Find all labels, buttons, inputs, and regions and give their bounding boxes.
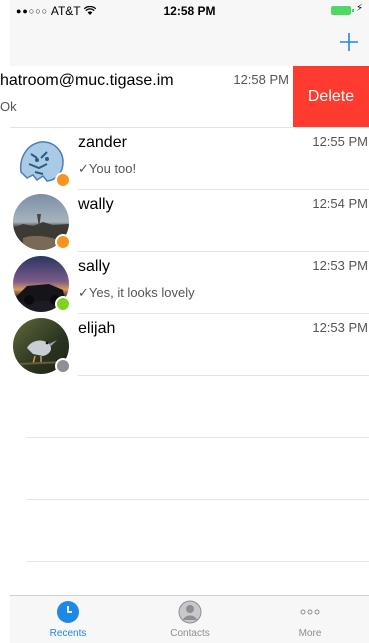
tab-contacts[interactable]: Contacts [140,600,240,639]
chat-name: hatroom@muc.tigase.im [0,72,174,89]
tab-label: More [298,628,322,639]
empty-row-divider [26,437,369,438]
tab-more[interactable]: More [260,600,360,639]
chat-time: 12:58 PM [233,72,289,87]
presence-indicator-offline [55,358,71,374]
chat-name: wally [78,196,114,213]
chat-row-sally[interactable]: sally 12:53 PM ✓Yes, it looks lovely [0,252,369,314]
tab-bar: Recents Contacts More [10,595,369,643]
presence-indicator-idle [55,234,71,250]
chat-preview: Ok [0,99,17,114]
tab-recents[interactable]: Recents [18,600,118,639]
chat-name: elijah [78,320,116,337]
battery-icon [331,6,354,15]
tab-label: Contacts [170,628,210,639]
chat-time: 12:53 PM [312,258,368,273]
delete-button[interactable]: Delete [293,66,369,127]
chat-row-wally[interactable]: wally 12:54 PM [0,190,369,252]
charging-icon: ⚡ [355,3,363,14]
chat-name: sally [78,258,111,275]
plus-icon [340,33,358,51]
presence-indicator-away [55,172,71,188]
more-icon [300,609,320,615]
empty-row-divider [26,499,369,500]
navigation-bar [10,22,369,67]
chat-time: 12:53 PM [312,320,368,335]
chat-name: zander [78,134,127,151]
status-bar: ●●○○○ AT&T 12:58 PM ⚡ [10,0,369,22]
chat-row-elijah[interactable]: elijah 12:53 PM [0,314,369,376]
status-time: 12:58 PM [163,4,216,18]
empty-row-divider [26,561,369,562]
clock-icon [57,601,79,623]
tab-label: Recents [49,628,87,639]
presence-indicator-online [55,296,71,312]
chat-time: 12:55 PM [312,134,368,149]
person-icon [178,600,202,624]
chat-row-swiped[interactable]: hatroom@muc.tigase.im 12:58 PM Ok Delete [0,66,369,128]
chat-time: 12:54 PM [312,196,368,211]
chat-preview: ✓Yes, it looks lovely [78,285,195,300]
chat-row-zander[interactable]: zander 12:55 PM ✓You too! [0,128,369,190]
recents-list: hatroom@muc.tigase.im 12:58 PM Ok Delete… [0,66,369,376]
chat-preview: ✓You too! [78,161,137,176]
row-divider [78,375,369,376]
add-chat-button[interactable] [339,25,359,60]
